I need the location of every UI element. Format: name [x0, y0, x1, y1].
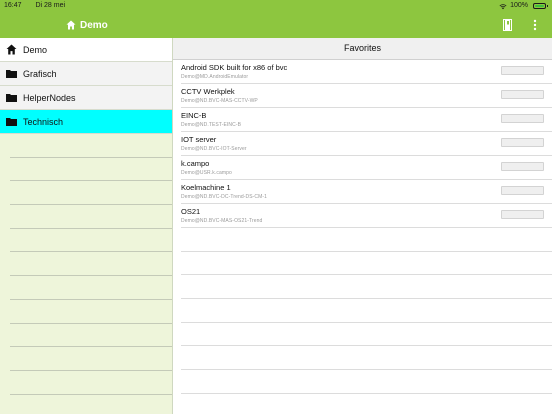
- sidebar: Demo Grafisch HelperNodes Technisch: [0, 38, 173, 414]
- favorites-empty-row: [181, 323, 552, 347]
- favorites-empty-row: [181, 370, 552, 394]
- sidebar-item-technisch[interactable]: Technisch: [0, 110, 172, 134]
- favorites-empty-row: [181, 346, 552, 371]
- favorite-name: OS21: [181, 207, 201, 216]
- favorite-row[interactable]: EINC-B Demo@ND.TEST-EINC-B: [181, 108, 552, 132]
- nav-actions: [500, 17, 542, 33]
- favorite-value-field[interactable]: [501, 186, 544, 195]
- favorites-panel: Favorites Android SDK built for x86 of b…: [173, 38, 552, 414]
- status-left: 16:47 Di 28 mei: [4, 0, 77, 12]
- more-button[interactable]: [528, 17, 542, 33]
- favorite-row[interactable]: k.campo Demo@USR.k.campo: [181, 156, 552, 180]
- status-date: Di 28 mei: [35, 2, 66, 9]
- favorite-value-field[interactable]: [501, 210, 544, 219]
- favorite-row[interactable]: CCTV Werkplek Demo@ND.BVC-MAS-CCTV-WP: [181, 84, 552, 108]
- favorite-name: CCTV Werkplek: [181, 87, 235, 96]
- favorites-empty-rows: [173, 228, 552, 394]
- nav-title: Demo: [66, 16, 108, 34]
- sidebar-item-label: Technisch: [23, 116, 64, 127]
- favorite-value-field[interactable]: [501, 138, 544, 147]
- favorite-row[interactable]: Koelmachine 1 Demo@ND.BVC-DC-Trend-DS-CM-…: [181, 180, 552, 204]
- folder-icon: [6, 116, 17, 127]
- status-time: 16:47: [4, 2, 22, 9]
- favorite-name: IOT server: [181, 135, 217, 144]
- favorite-value-field[interactable]: [501, 90, 544, 99]
- sidebar-empty-row: [10, 134, 172, 158]
- favorite-path: Demo@USR.k.campo: [181, 170, 232, 176]
- home-icon: [66, 20, 76, 30]
- nav-title-text: Demo: [80, 19, 108, 31]
- favorite-value-field[interactable]: [501, 114, 544, 123]
- favorite-row[interactable]: Android SDK built for x86 of bvc Demo@MD.…: [181, 60, 552, 84]
- sidebar-item-demo[interactable]: Demo: [0, 38, 172, 62]
- favorite-path: Demo@ND.BVC-IOT-Server: [181, 146, 247, 152]
- sidebar-empty-row: [10, 300, 172, 324]
- folder-icon: [6, 68, 17, 79]
- sidebar-item-label: Grafisch: [23, 68, 57, 79]
- favorite-path: Demo@ND.BVC-MAS-CCTV-WP: [181, 98, 258, 104]
- favorites-list: Android SDK built for x86 of bvc Demo@MD.…: [173, 60, 552, 228]
- sidebar-item-label: HelperNodes: [23, 92, 76, 103]
- sidebar-empty-row: [10, 229, 172, 253]
- sidebar-item-label: Demo: [23, 44, 48, 55]
- sidebar-empty-row: [10, 371, 172, 395]
- sidebar-empty-row: [10, 395, 172, 414]
- sidebar-empty-row: [10, 276, 172, 300]
- favorite-row[interactable]: IOT server Demo@ND.BVC-IOT-Server: [181, 132, 552, 156]
- wifi-icon: [499, 3, 507, 9]
- favorites-empty-row: [181, 299, 552, 323]
- favorite-path: Demo@ND.TEST-EINC-B: [181, 122, 242, 128]
- folder-icon: [6, 92, 17, 103]
- status-bar: 16:47 Di 28 mei 100%: [0, 0, 552, 12]
- favorite-value-field[interactable]: [501, 162, 544, 171]
- sidebar-empty-row: [10, 324, 172, 348]
- battery-fill: [535, 5, 544, 7]
- favorites-empty-row: [181, 275, 552, 300]
- home-icon: [6, 44, 17, 55]
- bookmark-icon: [502, 19, 512, 31]
- favorite-row[interactable]: OS21 Demo@ND.BVC-MAS-OS21-Trend: [181, 204, 552, 228]
- favorites-empty-row: [181, 252, 552, 276]
- sidebar-item-helpernodes[interactable]: HelperNodes: [0, 86, 172, 110]
- favorite-path: Demo@ND.BVC-MAS-OS21-Trend: [181, 218, 263, 224]
- favorites-header: Favorites: [173, 38, 552, 60]
- sidebar-item-grafisch[interactable]: Grafisch: [0, 62, 172, 86]
- favorites-empty-row: [181, 228, 552, 252]
- favorite-path: Demo@MD.AndroidEmulator: [181, 74, 249, 80]
- sidebar-empty-row: [10, 181, 172, 206]
- more-vertical-icon: [533, 19, 537, 31]
- sidebar-empty-row: [10, 158, 172, 182]
- favorite-name: k.campo: [181, 159, 210, 168]
- sidebar-empty-row: [10, 252, 172, 277]
- favorite-value-field[interactable]: [501, 66, 544, 75]
- sidebar-empty-row: [10, 205, 172, 229]
- favorite-name: Android SDK built for x86 of bvc: [181, 63, 288, 72]
- battery-percent: 100%: [510, 2, 528, 9]
- nav-bar: Demo: [0, 12, 552, 38]
- status-right: 100%: [499, 0, 548, 12]
- bookmark-button[interactable]: [500, 17, 514, 33]
- favorite-name: Koelmachine 1: [181, 183, 231, 192]
- sidebar-empty-row: [10, 347, 172, 371]
- favorite-path: Demo@ND.BVC-DC-Trend-DS-CM-1: [181, 194, 268, 200]
- sidebar-empty-rows: [0, 134, 172, 414]
- battery-icon: [533, 3, 548, 9]
- favorite-name: EINC-B: [181, 111, 207, 120]
